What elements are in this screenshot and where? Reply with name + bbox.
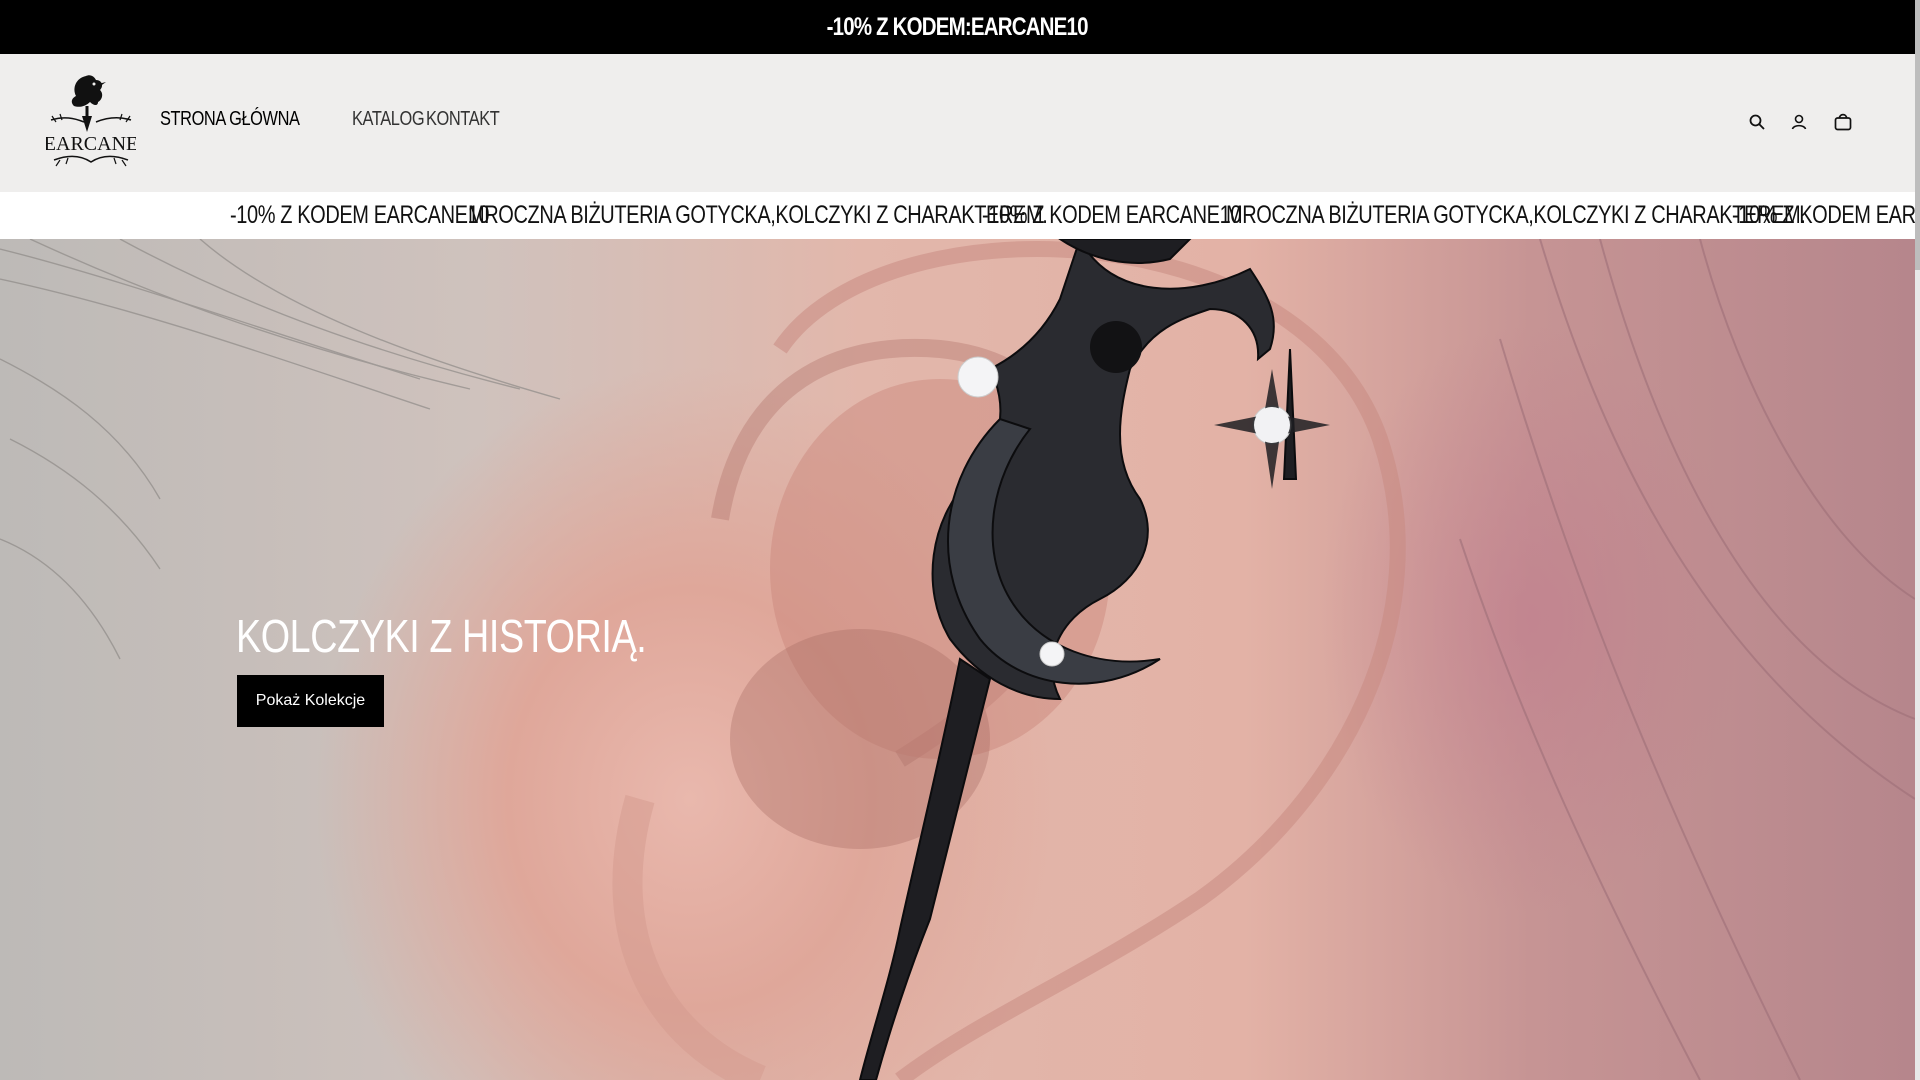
hero-banner: KOLCZYKI Z HISTORIĄ. Pokaż Kolekcje	[0, 239, 1915, 1080]
announcement-text: -10% Z KODEM:EARCANE10	[826, 12, 1089, 41]
show-collections-button[interactable]: Pokaż Kolekcje	[237, 675, 384, 727]
scrolling-marquee: -10% Z KODEM EARCANE10 MROCZNA BIŻUTERIA…	[0, 192, 1915, 239]
hero-title: KOLCZYKI Z HISTORIĄ.	[236, 610, 647, 662]
nav-link-catalog[interactable]: KATALOG	[352, 108, 425, 131]
marquee-item: -10% Z KODEM EARCANE10	[982, 201, 1242, 229]
header-icons	[1747, 112, 1855, 132]
marquee-item: -10% Z KODEM EARCANE10	[1732, 201, 1915, 229]
marquee-item: -10% Z KODEM EARCANE10	[230, 201, 490, 229]
nav-link-contact[interactable]: KONTAKT	[426, 108, 500, 131]
main-nav: STRONA GŁÓWNA KATALOG KONTAKT	[160, 108, 500, 131]
scrollbar-thumb[interactable]	[1915, 0, 1920, 270]
search-icon[interactable]	[1747, 112, 1767, 132]
announcement-bar: -10% Z KODEM:EARCANE10	[0, 0, 1915, 54]
page-scrollbar[interactable]	[1915, 0, 1920, 1080]
raven-logo-icon: EARCANE	[44, 75, 138, 167]
account-icon[interactable]	[1789, 112, 1809, 132]
cart-icon[interactable]	[1831, 112, 1855, 132]
marquee-item: MROCZNA BIŻUTERIA GOTYCKA,KOLCZYKI Z CHA…	[468, 201, 1048, 229]
logo-wordmark: EARCANE	[46, 133, 136, 155]
marquee-item: MROCZNA BIŻUTERIA GOTYCKA,KOLCZYKI Z CHA…	[1226, 201, 1806, 229]
nav-link-home[interactable]: STRONA GŁÓWNA	[160, 108, 324, 131]
site-header: EARCANE STRONA GŁÓWNA KATALOG KONTAKT	[0, 54, 1915, 192]
earcane-logo[interactable]: EARCANE	[44, 72, 138, 178]
